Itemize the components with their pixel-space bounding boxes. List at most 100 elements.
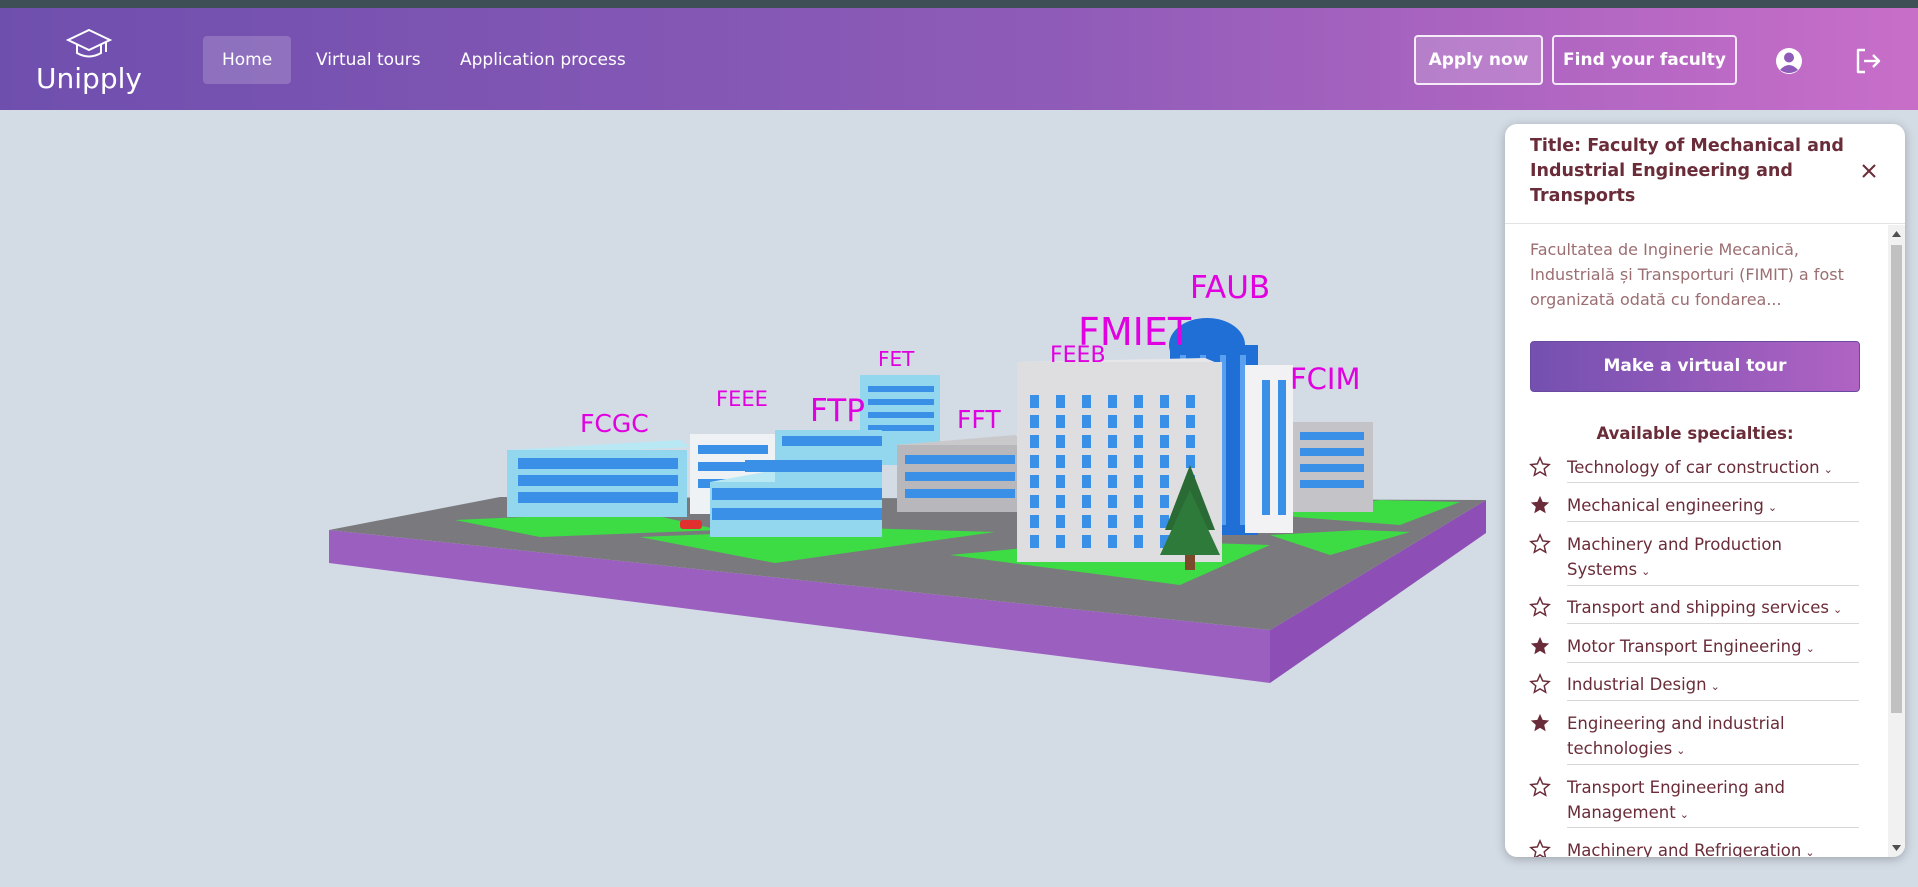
building-window	[1108, 475, 1117, 488]
chevron-down-icon[interactable]: ⌄	[1824, 463, 1833, 476]
building-window	[1056, 475, 1065, 488]
specialty-name: Mechanical engineering	[1567, 496, 1764, 515]
chevron-down-icon[interactable]: ⌄	[1805, 846, 1814, 857]
apply-now-button[interactable]: Apply now	[1414, 35, 1543, 85]
building-window	[1082, 415, 1091, 428]
star-filled-icon[interactable]	[1529, 712, 1551, 734]
building-window	[1160, 455, 1169, 468]
specialties-heading: Available specialties:	[1596, 424, 1794, 443]
nav-application-process-link[interactable]: Application process	[441, 36, 645, 84]
building-window	[1082, 535, 1091, 548]
star-filled-icon[interactable]	[1529, 635, 1551, 657]
chevron-down-icon[interactable]: ⌄	[1768, 501, 1777, 514]
building-fcgc[interactable]	[507, 440, 690, 517]
star-filled-icon[interactable]	[1529, 494, 1551, 516]
building-window	[1056, 435, 1065, 448]
building-fft[interactable]	[895, 435, 1030, 512]
star-outline-icon[interactable]	[1529, 839, 1551, 857]
building-window	[1030, 495, 1039, 508]
building-window	[1160, 435, 1169, 448]
building-window	[1030, 415, 1039, 428]
window-top-strip	[0, 0, 1918, 8]
label-fet: FET	[878, 347, 915, 371]
building-tower[interactable]	[1245, 365, 1293, 533]
star-outline-icon[interactable]	[1529, 456, 1551, 478]
panel-body: Facultatea de Inginerie Mecanică, Indust…	[1505, 225, 1888, 857]
building-window	[1160, 475, 1169, 488]
building-window	[1108, 535, 1117, 548]
building-window	[1108, 395, 1117, 408]
star-outline-icon[interactable]	[1529, 533, 1551, 555]
building-window	[1082, 455, 1091, 468]
building-window	[1082, 475, 1091, 488]
nav-virtual-tours-link[interactable]: Virtual tours	[297, 36, 440, 84]
label-fcim: FCIM	[1290, 362, 1361, 396]
building-window	[1134, 395, 1143, 408]
building-fcim[interactable]	[1290, 422, 1373, 512]
label-feee: FEEE	[716, 387, 768, 411]
building-window	[1108, 495, 1117, 508]
brand-logo[interactable]: Unipply	[36, 28, 142, 98]
building-window	[1030, 395, 1039, 408]
star-outline-icon[interactable]	[1529, 776, 1551, 798]
close-icon[interactable]	[1857, 159, 1881, 183]
divider	[1567, 482, 1859, 483]
building-window	[1186, 415, 1195, 428]
building-window	[1056, 455, 1065, 468]
building-window	[1030, 475, 1039, 488]
chevron-down-icon[interactable]: ⌄	[1833, 603, 1842, 616]
label-faub: FAUB	[1190, 270, 1270, 306]
graduation-cap-icon	[66, 28, 112, 58]
find-your-faculty-button[interactable]: Find your faculty	[1552, 35, 1737, 85]
scrollbar-thumb[interactable]	[1891, 245, 1902, 713]
building-window	[1186, 395, 1195, 408]
divider	[1567, 700, 1859, 701]
scroll-down-icon[interactable]	[1891, 843, 1902, 853]
building-window	[1134, 515, 1143, 528]
building-window	[1082, 515, 1091, 528]
user-circle-icon[interactable]	[1774, 46, 1804, 76]
divider	[1567, 585, 1859, 586]
building-window	[1082, 495, 1091, 508]
panel-scrollbar[interactable]	[1888, 225, 1905, 857]
chevron-down-icon[interactable]: ⌄	[1806, 642, 1815, 655]
building-window	[1030, 435, 1039, 448]
building-window	[1134, 455, 1143, 468]
building-window	[1030, 515, 1039, 528]
building-window	[1134, 535, 1143, 548]
building-window	[1056, 535, 1065, 548]
specialty-name: Transport and shipping services	[1567, 598, 1830, 617]
logout-icon[interactable]	[1853, 46, 1883, 76]
building-window	[1160, 415, 1169, 428]
panel-title: Title: Faculty of Mechanical and Industr…	[1530, 136, 1844, 206]
star-outline-icon[interactable]	[1529, 596, 1551, 618]
label-fft: FFT	[957, 405, 1001, 434]
building-window	[1134, 495, 1143, 508]
divider	[1567, 827, 1859, 828]
building-window	[1030, 535, 1039, 548]
star-outline-icon[interactable]	[1529, 673, 1551, 695]
specialty-name: Machinery and Refrigeration	[1567, 841, 1802, 857]
building-window	[1108, 435, 1117, 448]
building-window	[1134, 415, 1143, 428]
building-window	[1134, 435, 1143, 448]
building-window	[1108, 415, 1117, 428]
chevron-down-icon[interactable]: ⌄	[1676, 744, 1685, 757]
make-virtual-tour-button[interactable]: Make a virtual tour	[1530, 341, 1860, 392]
divider	[1567, 623, 1859, 624]
building-window	[1186, 455, 1195, 468]
chevron-down-icon[interactable]: ⌄	[1711, 680, 1720, 693]
scroll-up-icon[interactable]	[1891, 229, 1902, 239]
building-window	[1056, 415, 1065, 428]
building-window	[1108, 515, 1117, 528]
top-navbar: Unipply Home Virtual tours Application p…	[0, 8, 1918, 110]
divider	[1567, 662, 1859, 663]
nav-home-link[interactable]: Home	[203, 36, 292, 84]
specialty-name: Industrial Design	[1567, 675, 1707, 694]
label-ftp: FTP	[810, 393, 865, 429]
chevron-down-icon[interactable]: ⌄	[1641, 565, 1650, 578]
building-window	[1030, 455, 1039, 468]
building-window	[1056, 515, 1065, 528]
chevron-down-icon[interactable]: ⌄	[1680, 808, 1689, 821]
specialty-name: Machinery and Production Systems	[1567, 535, 1782, 579]
